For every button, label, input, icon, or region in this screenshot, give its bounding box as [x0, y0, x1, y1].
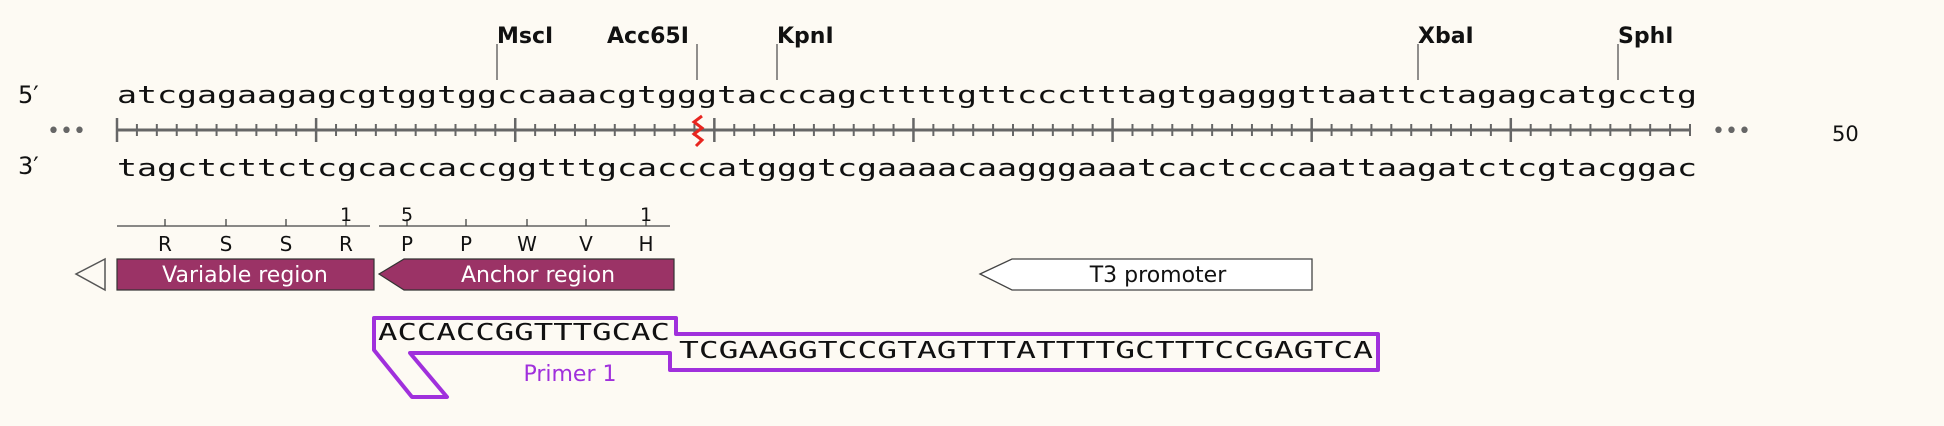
ruler-ellipsis-right: •••	[1712, 119, 1751, 144]
enzyme-label-xbaI[interactable]: XbaI	[1418, 24, 1474, 49]
features: Variable region Anchor region T3 promote…	[74, 257, 1313, 292]
strand-label-5prime: 5′	[18, 81, 39, 109]
ruler-ellipsis-left: •••	[47, 119, 86, 144]
residue-number: 1	[340, 204, 352, 226]
residue-number: 1	[640, 204, 652, 226]
enzyme-label-sphI[interactable]: SphI	[1618, 24, 1673, 49]
primer-sequence-part2: TCGAAGGTCCGTAGTTTATTTTGCTTTCCGAGTCA	[679, 338, 1373, 364]
residue-number: 5	[401, 204, 413, 226]
enzyme-sites: MscI Acc65I KpnI XbaI SphI	[496, 24, 1673, 80]
translation-anchor: 5 1 P P W V H	[379, 204, 670, 256]
primer-1[interactable]: ACCACCGGTTTGCAC TCGAAGGTCCGTAGTTTATTTTGC…	[372, 316, 1380, 399]
ruler-position-label: 50	[1832, 122, 1859, 146]
amino-acid: V	[579, 232, 593, 256]
enzyme-label-kpnI[interactable]: KpnI	[777, 24, 834, 49]
enzyme-label-mscI[interactable]: MscI	[497, 24, 553, 49]
amino-acid: H	[638, 232, 653, 256]
strand-label-3prime: 3′	[18, 152, 39, 180]
amino-acid: W	[517, 232, 537, 256]
amino-acid: S	[280, 232, 293, 256]
amino-acid: S	[220, 232, 233, 256]
translation-variable: 1 R S S R	[117, 204, 370, 256]
t3-promoter-label: T3 promoter	[1089, 263, 1227, 288]
variable-region-label: Variable region	[162, 263, 328, 288]
bottom-strand-sequence[interactable]: tagctcttctcgcaccaccggtttgcacccatgggtcgaa…	[117, 154, 1697, 182]
primer-sequence-part1: ACCACCGGTTTGCAC	[378, 320, 670, 346]
amino-acid: R	[339, 232, 353, 256]
variable-region-left-arrowhead	[74, 257, 106, 292]
enzyme-label-acc65I[interactable]: Acc65I	[607, 24, 689, 49]
primer-label: Primer 1	[523, 362, 616, 387]
amino-acid: R	[158, 232, 172, 256]
anchor-region-label: Anchor region	[461, 263, 615, 288]
position-ruler: ••• ••• 50	[47, 118, 1859, 146]
sequence-map: MscI Acc65I KpnI XbaI SphI 5′ 3′ atcgaga…	[18, 24, 1859, 399]
amino-acid: P	[401, 232, 413, 256]
amino-acid: P	[460, 232, 472, 256]
top-strand-sequence[interactable]: atcgagaagagcgtggtggccaaacgtgggtacccagctt…	[117, 81, 1697, 109]
